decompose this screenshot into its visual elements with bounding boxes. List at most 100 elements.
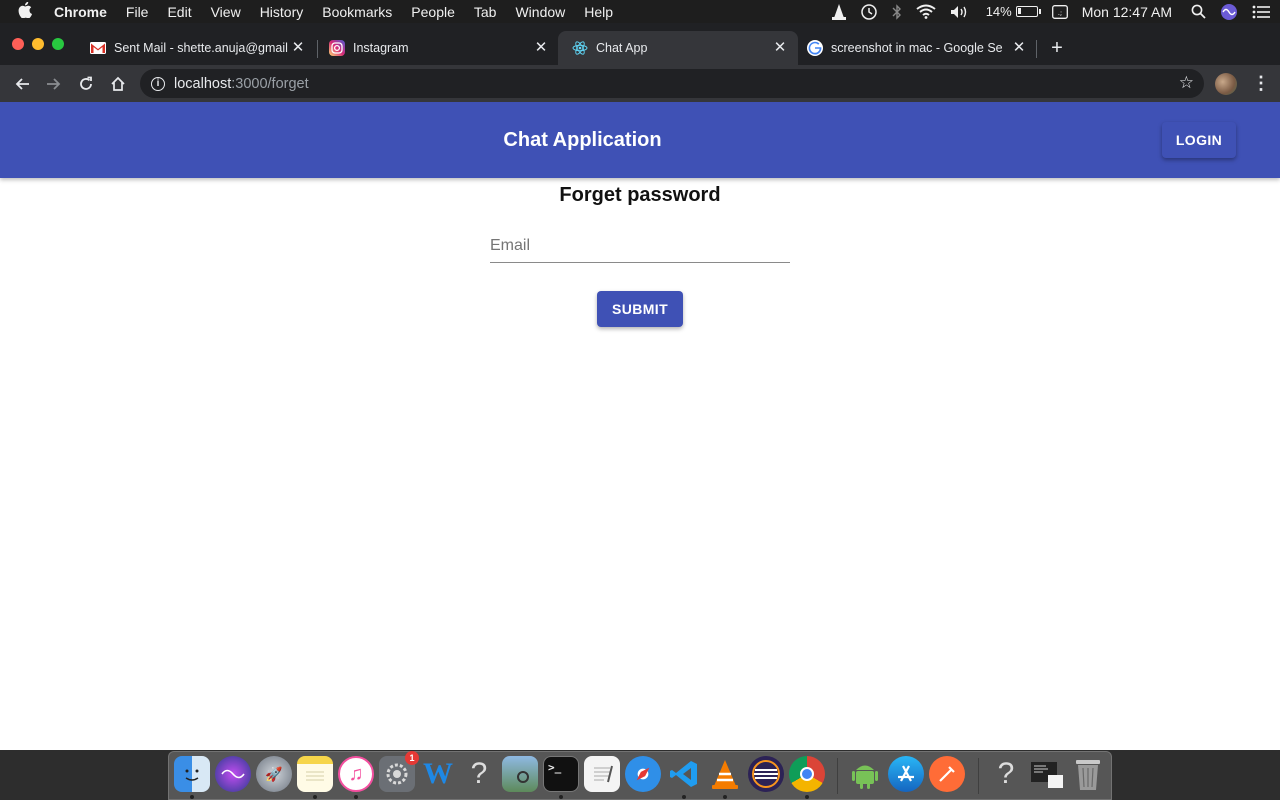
running-indicator xyxy=(723,795,727,799)
close-tab-icon[interactable]: ✕ xyxy=(290,40,306,56)
react-icon xyxy=(572,40,588,56)
eclipse-icon[interactable] xyxy=(748,756,784,792)
safari-icon[interactable] xyxy=(625,756,661,792)
running-indicator xyxy=(805,795,809,799)
tab-title: screenshot in mac - Google Se xyxy=(831,41,1003,55)
itunes-icon[interactable]: ♫ xyxy=(338,756,374,792)
textedit-icon[interactable] xyxy=(584,756,620,792)
home-button[interactable] xyxy=(106,72,130,96)
notification-badge: 1 xyxy=(405,751,419,765)
running-indicator xyxy=(682,795,686,799)
notes-icon[interactable] xyxy=(297,756,333,792)
macos-menu-bar: Chrome File Edit View History Bookmarks … xyxy=(0,0,1280,23)
word-icon[interactable]: W xyxy=(420,756,456,792)
back-button[interactable] xyxy=(10,72,34,96)
app-title: Chat Application xyxy=(503,129,662,151)
siri-status-icon[interactable] xyxy=(1220,3,1238,21)
battery-icon xyxy=(1015,6,1041,17)
finder-icon[interactable] xyxy=(174,756,210,792)
close-tab-icon[interactable]: ✕ xyxy=(772,40,788,56)
volume-icon[interactable] xyxy=(950,5,972,19)
email-field[interactable] xyxy=(490,230,790,263)
browser-toolbar: i localhost :3000/forget ☆ ⋮ xyxy=(0,65,1280,102)
apple-menu-icon[interactable] xyxy=(18,1,38,21)
browser-tab-strip: Sent Mail - shette.anuja@gmail ✕ Instagr… xyxy=(0,23,1280,65)
menu-tab[interactable]: Tab xyxy=(474,4,497,20)
tab-google-search[interactable]: screenshot in mac - Google Se ✕ xyxy=(793,31,1037,65)
clock[interactable]: Mon 12:47 AM xyxy=(1082,4,1172,20)
postman-icon[interactable] xyxy=(929,756,965,792)
running-indicator xyxy=(190,795,194,799)
notification-center-icon[interactable] xyxy=(1252,5,1270,19)
menu-people[interactable]: People xyxy=(411,4,455,20)
system-preferences-icon[interactable]: 1 xyxy=(379,751,419,792)
siri-icon[interactable] xyxy=(215,756,251,792)
preview-icon[interactable] xyxy=(502,756,538,792)
spotlight-search-icon[interactable] xyxy=(1191,4,1206,19)
launchpad-icon[interactable]: 🚀 xyxy=(256,756,292,792)
vlc-status-icon[interactable] xyxy=(831,3,846,20)
tab-instagram[interactable]: Instagram ✕ xyxy=(315,31,559,65)
tab-chat-app[interactable]: Chat App ✕ xyxy=(558,31,798,65)
tab-sent-mail[interactable]: Sent Mail - shette.anuja@gmail ✕ xyxy=(76,31,316,65)
menu-chrome[interactable]: Chrome xyxy=(54,4,107,20)
screenshot-icon[interactable] xyxy=(1029,756,1065,792)
menu-view[interactable]: View xyxy=(211,4,241,20)
battery-percent: 14% xyxy=(985,4,1012,19)
trash-icon[interactable] xyxy=(1070,756,1106,792)
running-indicator xyxy=(313,795,317,799)
terminal-icon[interactable]: >_ xyxy=(543,756,579,792)
tab-title: Chat App xyxy=(596,41,648,55)
address-bar[interactable]: i localhost :3000/forget ☆ xyxy=(140,69,1204,98)
menu-bookmarks[interactable]: Bookmarks xyxy=(322,4,392,20)
zoom-window-button[interactable] xyxy=(52,38,64,50)
wifi-icon[interactable] xyxy=(916,4,936,19)
dock-separator xyxy=(837,758,838,794)
site-info-icon[interactable]: i xyxy=(151,76,165,91)
battery-indicator[interactable]: 14% xyxy=(985,4,1041,19)
status-area: 14% .; Mon 12:47 AM xyxy=(831,0,1280,23)
chrome-menu-icon[interactable]: ⋮ xyxy=(1252,74,1270,92)
url-host: localhost xyxy=(174,75,232,92)
bluetooth-icon[interactable] xyxy=(892,3,902,20)
tab-title: Sent Mail - shette.anuja@gmail xyxy=(114,41,288,55)
dock-separator xyxy=(978,758,979,794)
page-content: Chat Application LOGIN Forget password S… xyxy=(0,102,1280,750)
close-tab-icon[interactable]: ✕ xyxy=(1011,40,1027,56)
instagram-icon xyxy=(329,40,345,56)
app-bar: Chat Application LOGIN xyxy=(0,102,1280,178)
bookmark-star-icon[interactable]: ☆ xyxy=(1179,73,1194,93)
close-tab-icon[interactable]: ✕ xyxy=(533,40,549,56)
running-indicator xyxy=(559,795,563,799)
url-path: :3000/forget xyxy=(231,75,309,92)
tab-title: Instagram xyxy=(353,41,409,55)
menu-edit[interactable]: Edit xyxy=(167,4,191,20)
time-machine-icon[interactable] xyxy=(860,3,878,21)
email-input[interactable] xyxy=(490,230,790,262)
menu-history[interactable]: History xyxy=(260,4,304,20)
menu-file[interactable]: File xyxy=(126,4,149,20)
unknown-app-icon[interactable]: ? xyxy=(988,756,1024,792)
chrome-icon[interactable] xyxy=(789,756,825,792)
menu-help[interactable]: Help xyxy=(584,4,613,20)
input-source-icon[interactable]: .; xyxy=(1051,4,1068,19)
reload-button[interactable] xyxy=(74,72,98,96)
vscode-icon[interactable] xyxy=(666,756,702,792)
close-window-button[interactable] xyxy=(12,38,24,50)
login-button[interactable]: LOGIN xyxy=(1162,122,1236,158)
android-studio-icon[interactable] xyxy=(847,756,883,792)
forward-button[interactable] xyxy=(42,72,66,96)
dock: 🚀 ♫ 1 W ? >_ ? xyxy=(168,751,1112,800)
minimize-window-button[interactable] xyxy=(32,38,44,50)
tab-separator xyxy=(1036,40,1037,58)
vlc-icon[interactable] xyxy=(707,756,743,792)
svg-text:.;: .; xyxy=(1057,9,1062,17)
running-indicator xyxy=(354,795,358,799)
menu-window[interactable]: Window xyxy=(515,4,565,20)
unknown-app-icon[interactable]: ? xyxy=(461,756,497,792)
page-title: Forget password xyxy=(559,184,721,206)
submit-button[interactable]: SUBMIT xyxy=(597,291,683,327)
profile-avatar[interactable] xyxy=(1215,73,1237,95)
app-store-icon[interactable] xyxy=(888,756,924,792)
new-tab-button[interactable]: + xyxy=(1046,37,1068,59)
